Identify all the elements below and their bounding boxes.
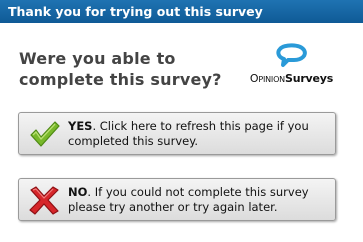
logo-text-opinion: Opinion — [249, 72, 285, 85]
opinion-surveys-logo: OpinionSurveys — [244, 42, 339, 92]
dialog-title-bar: Thank you for trying out this survey — [0, 0, 363, 23]
question-text: Were you able to complete this survey? — [19, 49, 222, 89]
no-button-label: NO. If you could not complete this surve… — [68, 185, 330, 215]
no-keyword: NO — [68, 185, 88, 199]
dialog-title: Thank you for trying out this survey — [8, 4, 263, 19]
no-not-completed-button[interactable]: NO. If you could not complete this surve… — [18, 178, 336, 221]
yes-button-label: YES. Click here to refresh this page if … — [68, 119, 330, 149]
logo-text-surveys: Surveys — [284, 72, 334, 85]
yes-completed-button[interactable]: YES. Click here to refresh this page if … — [18, 112, 336, 155]
no-description: . If you could not complete this survey … — [68, 185, 309, 214]
yes-description: . Click here to refresh this page if you… — [68, 119, 309, 148]
cross-icon — [29, 186, 59, 215]
logo-wordmark: OpinionSurveys — [244, 72, 339, 85]
yes-keyword: YES — [68, 119, 93, 133]
speech-bubble-icon — [276, 43, 307, 67]
check-icon — [30, 121, 60, 147]
